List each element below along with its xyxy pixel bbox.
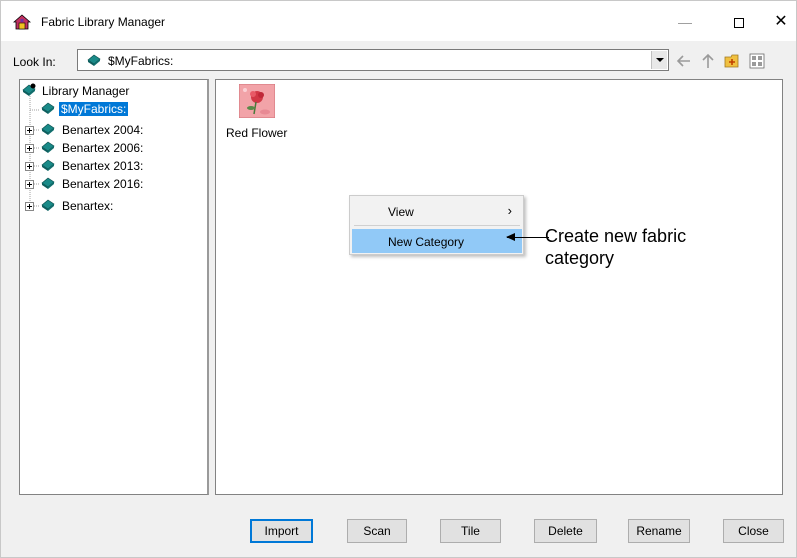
fabric-book-icon xyxy=(41,177,55,189)
close-button[interactable]: Close xyxy=(723,519,784,543)
fabric-item-label: Red Flower xyxy=(226,126,288,140)
new-folder-icon[interactable] xyxy=(723,51,743,71)
look-in-combobox[interactable]: $MyFabrics: xyxy=(77,49,669,71)
menu-item-label: View xyxy=(388,205,414,219)
house-icon xyxy=(13,14,31,30)
tree-item-label: Benartex 2013: xyxy=(62,159,144,173)
menu-separator xyxy=(354,225,520,226)
delete-button[interactable]: Delete xyxy=(534,519,597,543)
close-window-button[interactable]: ✕ xyxy=(759,7,797,37)
tree-root-label: Library Manager xyxy=(42,84,130,98)
library-manager-icon xyxy=(22,83,36,96)
scan-button[interactable]: Scan xyxy=(347,519,407,543)
import-button[interactable]: Import xyxy=(250,519,313,543)
tree-item-label: Benartex 2006: xyxy=(62,141,144,155)
window-title: Fabric Library Manager xyxy=(41,15,166,29)
tree-item-label: $MyFabrics: xyxy=(59,102,129,116)
minimize-button[interactable]: — xyxy=(663,7,707,37)
dropdown-arrow-icon[interactable] xyxy=(651,51,667,69)
fabric-book-icon xyxy=(41,102,55,114)
tile-button[interactable]: Tile xyxy=(440,519,501,543)
tree-item-label: Benartex 2004: xyxy=(62,123,144,137)
tree-item-label: Benartex 2016: xyxy=(62,177,144,191)
minimize-icon: — xyxy=(678,14,692,30)
maximize-button[interactable] xyxy=(717,7,761,37)
expand-icon[interactable] xyxy=(25,202,34,211)
up-arrow-icon[interactable] xyxy=(698,51,718,71)
menu-item-label: New Category xyxy=(388,235,465,249)
fabric-book-icon xyxy=(41,199,55,211)
close-icon: ✕ xyxy=(774,13,788,30)
fabric-book-icon xyxy=(41,123,55,135)
rename-button[interactable]: Rename xyxy=(628,519,690,543)
look-in-value: $MyFabrics: xyxy=(108,54,174,68)
menu-item-new-category[interactable]: New Category xyxy=(352,229,522,253)
expand-icon[interactable] xyxy=(25,180,34,189)
title-bar[interactable]: Fabric Library Manager — ✕ xyxy=(1,1,796,41)
expand-icon[interactable] xyxy=(25,144,34,153)
callout-text: Create new fabric category xyxy=(545,226,687,268)
fabric-list-pane[interactable]: Red Flower xyxy=(215,79,783,495)
callout-line xyxy=(507,237,549,238)
chevron-right-icon: › xyxy=(507,203,512,218)
back-arrow-icon[interactable] xyxy=(674,51,694,71)
maximize-icon xyxy=(734,18,744,29)
look-in-label: Look In: xyxy=(13,55,56,69)
fabric-book-icon xyxy=(41,141,55,153)
fabric-thumbnail-red-flower[interactable] xyxy=(239,84,275,118)
fabric-library-manager-window: Fabric Library Manager — ✕ Look In: $MyF… xyxy=(0,0,797,558)
expand-icon[interactable] xyxy=(25,126,34,135)
expand-icon[interactable] xyxy=(25,162,34,171)
fabric-book-icon xyxy=(41,159,55,171)
library-tree[interactable]: Library Manager $MyFabrics: Benartex 200… xyxy=(19,79,209,495)
context-menu: View › New Category xyxy=(349,195,524,255)
menu-item-view[interactable]: View › xyxy=(352,199,522,223)
fabric-book-icon xyxy=(87,54,101,66)
view-menu-icon[interactable] xyxy=(747,51,767,71)
tree-item-label: Benartex: xyxy=(62,199,114,213)
